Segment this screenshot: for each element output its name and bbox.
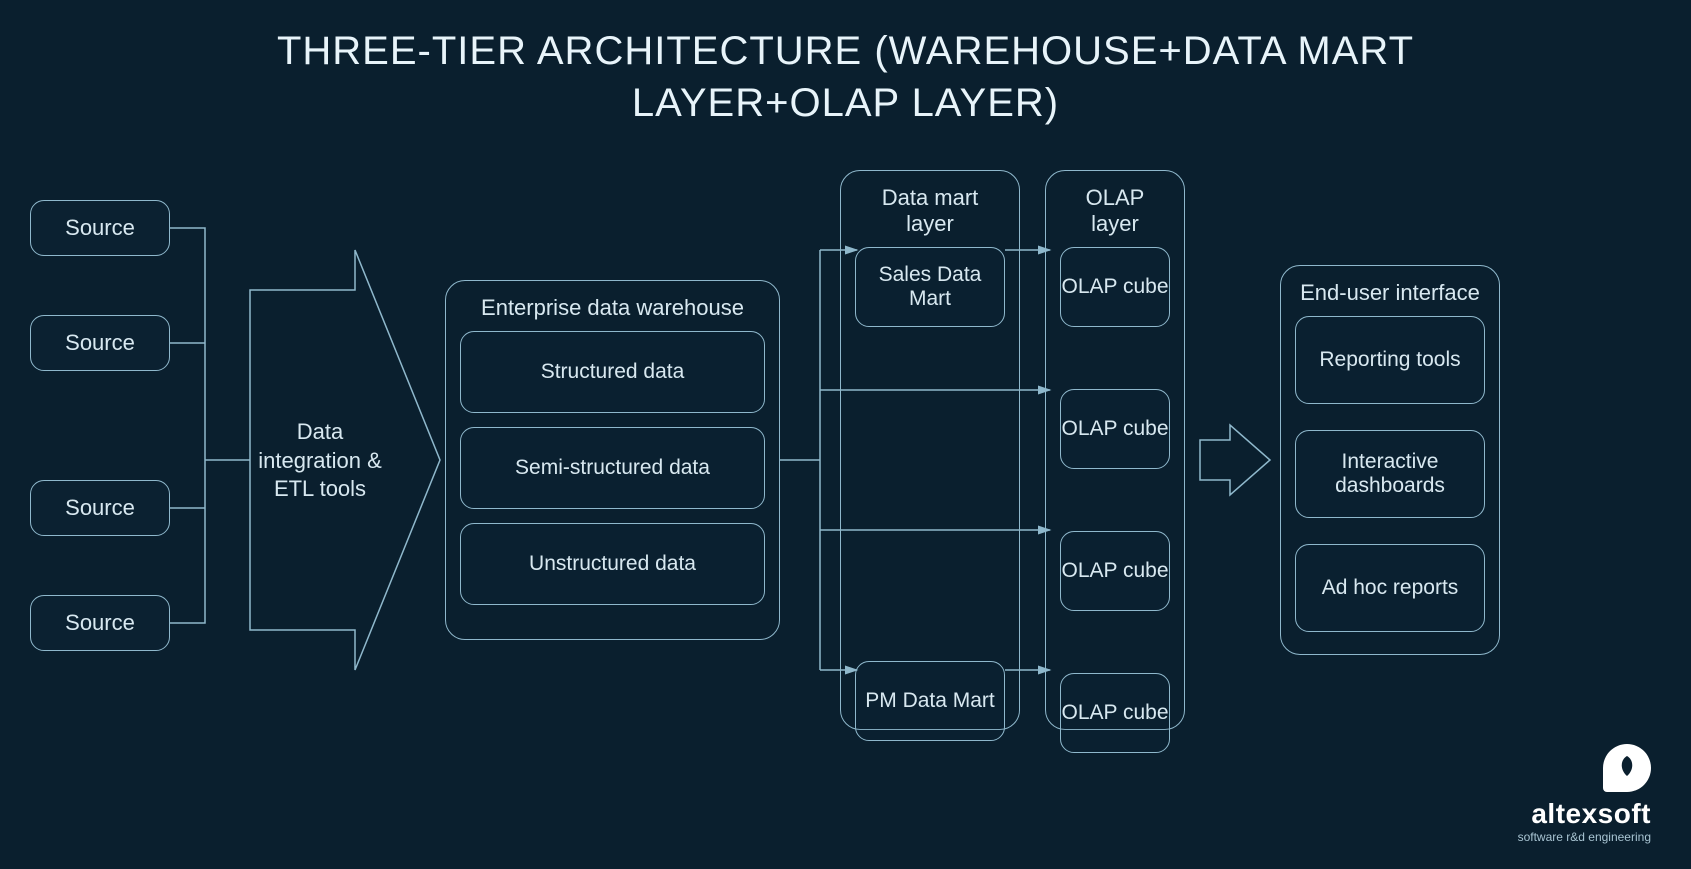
source-label: Source: [65, 495, 135, 521]
source-label: Source: [65, 330, 135, 356]
box-label: OLAP cube: [1061, 559, 1168, 583]
source-box-3: Source: [30, 480, 170, 536]
logo-tagline: software r&d engineering: [1518, 830, 1651, 844]
source-box-4: Source: [30, 595, 170, 651]
warehouse-item-semi: Semi-structured data: [460, 427, 765, 509]
end-user-title: End-user interface: [1295, 280, 1485, 306]
olap-cube-1: OLAP cube: [1060, 247, 1170, 327]
title-line-2: LAYER+OLAP LAYER): [632, 81, 1059, 125]
warehouse-container: Enterprise data warehouse Structured dat…: [445, 280, 780, 640]
brand-logo: altexsoft software r&d engineering: [1518, 744, 1651, 844]
olap-title: OLAP layer: [1060, 185, 1170, 237]
end-user-container: End-user interface Reporting tools Inter…: [1280, 265, 1500, 655]
box-label: Semi-structured data: [515, 456, 710, 480]
data-mart-title: Data mart layer: [855, 185, 1005, 237]
warehouse-item-structured: Structured data: [460, 331, 765, 413]
olap-container: OLAP layer OLAP cube OLAP cube OLAP cube…: [1045, 170, 1185, 730]
olap-cube-2: OLAP cube: [1060, 389, 1170, 469]
source-label: Source: [65, 215, 135, 241]
title-line-1: THREE-TIER ARCHITECTURE (WAREHOUSE+DATA …: [277, 29, 1414, 73]
olap-cube-4: OLAP cube: [1060, 673, 1170, 753]
source-box-2: Source: [30, 315, 170, 371]
etl-label: Data integration & ETL tools: [255, 418, 385, 504]
olap-cube-3: OLAP cube: [1060, 531, 1170, 611]
box-label: OLAP cube: [1061, 701, 1168, 725]
data-mart-pm: PM Data Mart: [855, 661, 1005, 741]
diagram-canvas: Source Source Source Source Data integra…: [0, 160, 1691, 740]
diagram-title: THREE-TIER ARCHITECTURE (WAREHOUSE+DATA …: [0, 0, 1691, 129]
end-user-adhoc: Ad hoc reports: [1295, 544, 1485, 632]
data-mart-sales: Sales Data Mart: [855, 247, 1005, 327]
box-label: Interactive dashboards: [1296, 450, 1484, 498]
logo-icon: [1603, 744, 1651, 792]
box-label: Structured data: [541, 360, 685, 384]
end-user-dashboards: Interactive dashboards: [1295, 430, 1485, 518]
box-label: Reporting tools: [1319, 348, 1460, 372]
box-label: Ad hoc reports: [1322, 576, 1459, 600]
logo-name: altexsoft: [1518, 798, 1651, 830]
warehouse-item-unstructured: Unstructured data: [460, 523, 765, 605]
box-label: OLAP cube: [1061, 417, 1168, 441]
warehouse-title: Enterprise data warehouse: [460, 295, 765, 321]
source-label: Source: [65, 610, 135, 636]
data-mart-container: Data mart layer Sales Data Mart PM Data …: [840, 170, 1020, 730]
source-box-1: Source: [30, 200, 170, 256]
box-label: Sales Data Mart: [856, 263, 1004, 311]
box-label: Unstructured data: [529, 552, 696, 576]
box-label: PM Data Mart: [865, 689, 995, 713]
box-label: OLAP cube: [1061, 275, 1168, 299]
end-user-reporting: Reporting tools: [1295, 316, 1485, 404]
